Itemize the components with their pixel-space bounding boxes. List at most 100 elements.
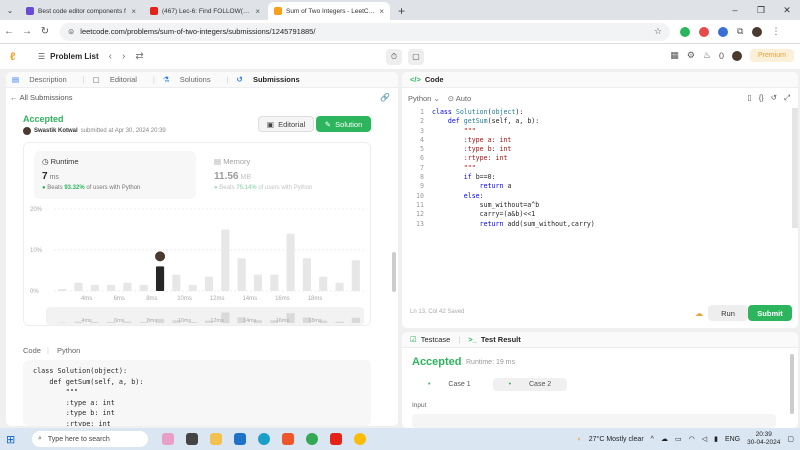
tray-overflow-icon[interactable]: ^	[651, 436, 654, 443]
site-info-icon[interactable]: ⊜	[68, 27, 74, 36]
bookmark-icon[interactable]: ▯	[748, 93, 752, 103]
back-icon[interactable]: ←	[0, 26, 18, 37]
weather-icon[interactable]: ◐	[578, 436, 582, 443]
fire-icon[interactable]: ♨	[703, 50, 711, 61]
url-field[interactable]: ⊜ leetcode.com/problems/sum-of-two-integ…	[60, 22, 670, 41]
code-editor[interactable]: 1 2 3 4 5 6 7 8 9 10 11 12 13 class Solution(object)…	[402, 108, 798, 238]
tab-favicon	[26, 7, 34, 15]
windows-start-icon[interactable]: ⊞	[6, 433, 24, 446]
taskbar-search[interactable]: ⌕ Type here to search	[32, 431, 148, 447]
reset-icon[interactable]: ↺	[771, 93, 777, 103]
notification-icon[interactable]: ▢	[787, 435, 794, 443]
next-problem-icon[interactable]: ›	[122, 51, 125, 62]
settings-icon[interactable]: ⚙	[687, 50, 695, 61]
extension-icon[interactable]	[680, 26, 690, 37]
memory-card[interactable]: ▤ Memory 11.56 MB ● Beats 75.14% of users…	[208, 151, 368, 199]
browser-tab-1[interactable]: Best code editor components f ×	[20, 2, 142, 20]
tab-search-icon[interactable]: ⌄	[0, 0, 20, 20]
editorial-button[interactable]: ▣ Editorial	[258, 116, 314, 132]
auto-toggle[interactable]: ⊙ Auto	[448, 94, 471, 103]
profile-avatar[interactable]	[752, 26, 763, 37]
tab-test-result[interactable]: >_ Test Result	[468, 335, 520, 344]
layout-icon[interactable]: ▦	[670, 50, 679, 61]
user-avatar[interactable]	[731, 50, 742, 61]
chart-bar	[270, 274, 279, 291]
runtime-card[interactable]: ◷ Runtime 7 ms ● Beats 93.32% of users wi…	[34, 151, 196, 199]
left-scrollbar[interactable]	[392, 252, 396, 292]
x-tick-label: 14ms	[242, 296, 257, 302]
language-select[interactable]: Python ⌄	[408, 94, 440, 103]
bookmark-star-icon[interactable]: ☆	[654, 26, 662, 37]
leetcode-logo-icon[interactable]: ℓ	[10, 51, 22, 63]
brave-icon[interactable]	[282, 433, 294, 445]
mail-icon[interactable]	[234, 433, 246, 445]
prev-problem-icon[interactable]: ‹	[109, 51, 112, 62]
solution-button[interactable]: ✎ Solution	[316, 116, 371, 132]
submitted-code[interactable]: class Solution(object): def getSum(self,…	[23, 360, 371, 426]
extension-icon[interactable]	[718, 26, 728, 37]
tab-editorial[interactable]: ▢ Editorial	[93, 75, 145, 84]
editor-scrollbar[interactable]	[792, 108, 798, 228]
wifi-icon[interactable]: ◠	[689, 435, 695, 443]
problem-list-label: Problem List	[50, 52, 99, 61]
browser-tab-2[interactable]: (467) Lec-6: Find FOLLOW() in C ×	[144, 2, 266, 20]
browser-menu-icon[interactable]: ⋮	[771, 26, 780, 37]
extension-icon[interactable]	[699, 26, 709, 37]
header-right: ▦ ⚙ ♨ 0 Premium	[670, 49, 794, 62]
x-tick-label: 4ms	[81, 296, 92, 302]
submit-button[interactable]: Submit	[748, 305, 792, 321]
extensions-puzzle-icon[interactable]: ⧉	[737, 26, 743, 37]
all-submissions-link[interactable]: ← All Submissions 🔗	[6, 88, 398, 106]
close-tab-icon[interactable]: ×	[379, 7, 384, 16]
battery-icon[interactable]: ▮	[714, 435, 718, 443]
tab-solutions[interactable]: ⚗ Solutions	[163, 75, 219, 84]
run-button[interactable]: Run	[708, 305, 748, 321]
task-view-icon[interactable]	[186, 433, 198, 445]
problem-list-button[interactable]: ☰ Problem List	[38, 52, 99, 61]
submitter-name[interactable]: Swastik Kotwal	[34, 128, 78, 134]
timer-icon[interactable]: ⏱	[386, 49, 402, 65]
notes-icon[interactable]: ▢	[408, 49, 424, 65]
tab-submissions[interactable]: ↺ Submissions	[237, 75, 308, 84]
tab-description[interactable]: ▤ Description	[12, 75, 75, 84]
reload-icon[interactable]: ↻	[36, 26, 54, 37]
forward-icon[interactable]: →	[18, 26, 36, 37]
tab-label: Sum of Two Integers - LeetCod	[286, 7, 376, 15]
case-2-tab[interactable]: • Case 2	[492, 378, 568, 391]
fullscreen-icon[interactable]: ⤢	[784, 93, 790, 103]
minimize-icon[interactable]: –	[722, 0, 748, 20]
language-indicator[interactable]: ENG	[725, 436, 740, 443]
input-label: Input	[412, 402, 427, 409]
maximize-icon[interactable]: ❐	[748, 0, 774, 20]
file-explorer-icon[interactable]	[210, 433, 222, 445]
overview-bar	[351, 317, 360, 323]
camera-icon[interactable]: ▭	[675, 435, 682, 443]
close-tab-icon[interactable]: ×	[255, 7, 260, 16]
weather-text[interactable]: 27°C Mostly clear	[589, 436, 644, 443]
close-window-icon[interactable]: ✕	[774, 0, 800, 20]
result-scrollbar[interactable]	[790, 354, 794, 414]
edge-icon[interactable]	[258, 433, 270, 445]
case-1-tab[interactable]: • Case 1	[412, 378, 487, 391]
shuffle-icon[interactable]: ⇄	[135, 51, 143, 62]
chrome-icon[interactable]	[306, 433, 318, 445]
clock[interactable]: 20:39 30-04-2024	[747, 431, 780, 447]
premium-button[interactable]: Premium	[749, 49, 794, 62]
runtime-beats: 93.32%	[64, 185, 85, 191]
copy-link-icon[interactable]: 🔗	[380, 93, 390, 102]
chart-bar	[335, 282, 344, 291]
x-tick-label: 10ms	[177, 296, 192, 302]
youtube-icon[interactable]	[330, 433, 342, 445]
format-icon[interactable]: {}	[759, 93, 764, 103]
browser-tab-bar: ⌄ Best code editor components f × (467) …	[0, 0, 800, 20]
close-tab-icon[interactable]: ×	[131, 7, 136, 16]
tab-testcase[interactable]: ☑ Testcase	[410, 335, 450, 344]
cloud-icon[interactable]: ☁	[695, 309, 703, 318]
onedrive-icon[interactable]: ☁	[661, 435, 668, 443]
volume-icon[interactable]: ◁	[702, 435, 707, 443]
browser-tab-3[interactable]: Sum of Two Integers - LeetCod ×	[268, 2, 390, 20]
widgets-icon[interactable]	[162, 433, 174, 445]
new-tab-button[interactable]: +	[392, 2, 411, 20]
lock-icon: ⊙	[447, 93, 455, 103]
chrome-icon[interactable]	[354, 433, 366, 445]
